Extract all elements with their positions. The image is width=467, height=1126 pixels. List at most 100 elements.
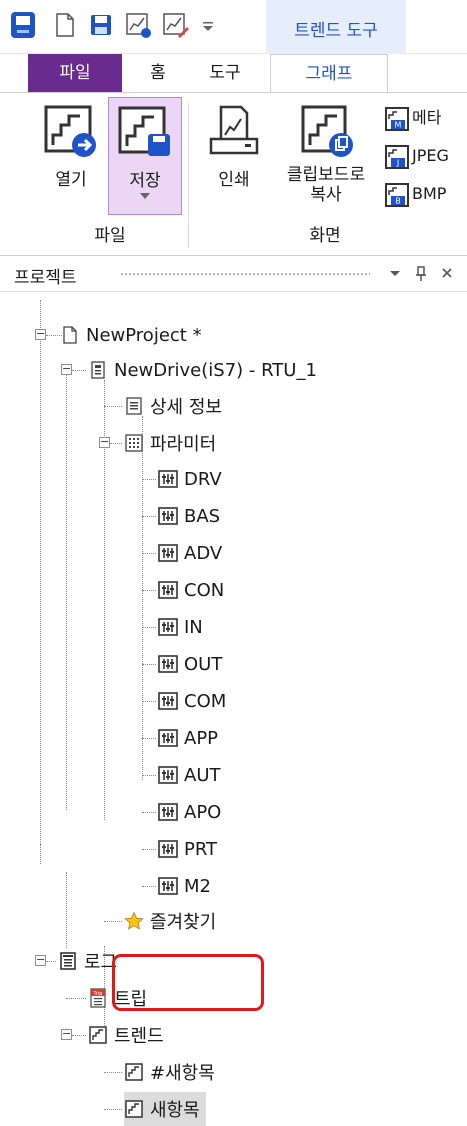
clipboard-label-line1: 클립보드로 (286, 165, 366, 185)
tree-node-param-out[interactable]: OUT (158, 647, 222, 681)
tree-node-param-adv[interactable]: ADV (158, 536, 222, 570)
tree-node-label: 즐겨찾기 (150, 912, 217, 933)
tree-node-param-in[interactable]: IN (158, 610, 203, 644)
save-button[interactable]: 저장 (108, 97, 182, 215)
clipboard-label-line2: 복사 (310, 185, 342, 205)
expander-log[interactable]: − (35, 954, 46, 966)
open-label: 열기 (55, 170, 87, 190)
bmp-file-icon: B (385, 182, 409, 207)
tree-node-label: 트렌드 (114, 1026, 164, 1047)
param-group-icon (158, 470, 178, 488)
param-group-icon (158, 729, 178, 747)
param-group-icon (158, 766, 178, 784)
svg-text:M: M (395, 120, 402, 129)
ribbon: 열기 저장 인쇄 클립보드로 복사 M 메타 J JPEG B BMP 파일 화… (0, 92, 467, 256)
log-icon (60, 952, 76, 970)
tree-node-label: 새항목 (150, 1100, 200, 1121)
tree-node-param-com[interactable]: COM (158, 684, 226, 718)
expander-project[interactable]: − (35, 328, 46, 340)
project-panel-header: 프로젝트 (0, 256, 467, 292)
print-button[interactable]: 인쇄 (198, 101, 270, 190)
tab-graph[interactable]: 그래프 (270, 54, 388, 92)
tree-node-details[interactable]: 상세 정보 (124, 389, 222, 423)
tree-node-param-apo[interactable]: APO (158, 795, 221, 829)
group-separator (188, 103, 189, 248)
copy-clipboard-icon (301, 105, 353, 157)
tree-node-label: AUT (184, 764, 221, 786)
group-file-label: 파일 (94, 226, 126, 246)
tree-node-label: BAS (184, 505, 221, 527)
export-meta-button[interactable]: M 메타 (384, 103, 466, 133)
expander-drive[interactable]: − (61, 363, 72, 375)
tab-home[interactable]: 홈 (130, 54, 186, 92)
param-group-icon (158, 840, 178, 858)
parameters-icon (125, 434, 143, 452)
trend-save-large-icon (118, 106, 170, 156)
tree-node-label: APO (184, 801, 222, 823)
trend-item-icon (125, 1063, 143, 1081)
highlight-annotation-box (112, 954, 264, 1011)
param-group-icon (158, 581, 178, 599)
tree-node-favorites[interactable]: 즐겨찾기 (124, 904, 216, 938)
param-group-icon (158, 618, 178, 636)
param-group-icon (158, 803, 178, 821)
panel-menu-icon[interactable] (384, 262, 406, 284)
trend-open-icon[interactable] (123, 10, 153, 40)
ribbon-tabs: 파일 홈 도구 그래프 (0, 54, 467, 92)
project-tree: − − − − − NewProject * NewDrive(iS7) - R… (0, 292, 467, 1126)
svg-text:J: J (396, 158, 399, 167)
tree-node-param-drv[interactable]: DRV (158, 462, 222, 496)
panel-drag-grip[interactable] (120, 272, 370, 277)
tree-node-trend-item-2[interactable]: 새항목 (124, 1092, 206, 1126)
qat-customize-icon[interactable] (198, 10, 218, 40)
group-screen-label: 화면 (309, 226, 341, 246)
jpeg-file-icon: J (385, 144, 409, 169)
tree-node-param-app[interactable]: APP (158, 721, 218, 755)
svg-text:B: B (395, 196, 401, 205)
save-icon[interactable] (86, 10, 116, 40)
tree-node-trend[interactable]: 트렌드 (88, 1018, 164, 1052)
context-tab-label: 트렌드 도구 (294, 21, 378, 41)
context-tab-band: 트렌드 도구 (266, 0, 406, 54)
expander-trend[interactable]: − (61, 1028, 72, 1040)
drive-icon (91, 361, 105, 379)
tree-node-param-m2[interactable]: M2 (158, 869, 211, 903)
panel-title: 프로젝트 (14, 268, 77, 288)
tree-node-trend-item-1[interactable]: #새항목 (124, 1055, 215, 1089)
copy-clipboard-button[interactable]: 클립보드로 복사 (276, 101, 376, 217)
open-button[interactable]: 열기 (36, 101, 106, 190)
tab-tools[interactable]: 도구 (190, 54, 260, 92)
new-file-icon[interactable] (50, 10, 80, 40)
tree-node-label: APP (184, 727, 219, 749)
trend-edit-icon[interactable] (160, 10, 190, 40)
pin-icon[interactable] (410, 262, 432, 284)
tree-node-param-prt[interactable]: PRT (158, 832, 217, 866)
tree-node-project[interactable]: NewProject * (60, 318, 202, 352)
param-group-icon (158, 877, 178, 895)
trip-icon: Trip (90, 988, 106, 1008)
tree-node-label: M2 (184, 875, 211, 897)
tree-node-label: DRV (184, 468, 222, 490)
tree-node-param-con[interactable]: CON (158, 573, 224, 607)
tree-node-param-bas[interactable]: BAS (158, 499, 220, 533)
details-icon (126, 397, 142, 415)
export-bmp-button[interactable]: B BMP (384, 179, 466, 209)
tree-node-label: COM (184, 690, 227, 712)
app-icon[interactable] (8, 10, 38, 40)
tree-node-param-aut[interactable]: AUT (158, 758, 220, 792)
tree-node-label: NewDrive(iS7) - RTU_1 (114, 359, 317, 381)
expander-parameters[interactable]: − (99, 436, 110, 448)
close-icon[interactable] (436, 262, 458, 284)
quick-access-toolbar: 트렌드 도구 (0, 0, 467, 54)
project-file-icon (63, 326, 77, 344)
tree-node-parameters[interactable]: 파라미터 (124, 426, 216, 460)
export-jpeg-button[interactable]: J JPEG (384, 141, 466, 171)
trend-icon (89, 1026, 107, 1044)
tab-file[interactable]: 파일 (28, 54, 122, 92)
tree-node-label: IN (184, 616, 203, 638)
param-group-icon (158, 655, 178, 673)
tree-node-drive[interactable]: NewDrive(iS7) - RTU_1 (88, 353, 317, 387)
print-label: 인쇄 (218, 170, 250, 190)
tree-node-log[interactable]: 로그 (58, 944, 117, 978)
tree-node-label: NewProject * (86, 324, 202, 346)
